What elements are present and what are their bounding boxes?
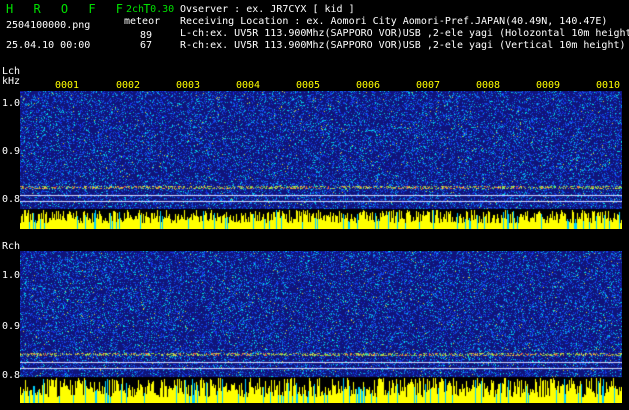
rch-spectrogram-canvas — [20, 251, 622, 403]
rch-tick-0-9: 0.9 — [2, 321, 21, 332]
lch-tick-0-9: 0.9 — [2, 146, 21, 157]
version-label: 2ch 0.30 — [126, 4, 175, 15]
lch-tick-1-0: 1.0 — [2, 98, 21, 109]
time-tick-0003: 0003 — [176, 80, 201, 91]
time-tick-0005: 0005 — [296, 80, 321, 91]
time-tick-0007: 0007 — [416, 80, 441, 91]
rch-channel-label: Rch — [2, 241, 21, 252]
time-tick-0009: 0009 — [536, 80, 561, 91]
filename-label: 2504100000.png — [6, 20, 91, 31]
time-tick-0004: 0004 — [236, 80, 261, 91]
rch-info-line: R-ch:ex. UV5R 113.900Mhz(SAPPORO VOR)USB… — [180, 40, 626, 51]
lch-info-line: L-ch:ex. UV5R 113.900Mhz(SAPPORO VOR)USB… — [180, 28, 629, 39]
observer-line: Ovserver : ex. JR7CYX [ kid ] — [180, 4, 355, 15]
time-tick-0008: 0008 — [476, 80, 501, 91]
rch-tick-0-8: 0.8 — [2, 370, 21, 381]
location-line: Receiving Location : ex. Aomori City Aom… — [180, 16, 608, 27]
time-tick-0002: 0002 — [116, 80, 141, 91]
meteor-count-rch: 67 — [140, 40, 153, 51]
meteor-label: meteor — [124, 16, 161, 27]
lch-unit-label: kHz — [2, 76, 21, 87]
lch-spectrogram — [20, 91, 622, 229]
lch-spectrogram-canvas — [20, 91, 622, 229]
datetime-label: 25.04.10 00:00 — [6, 40, 91, 51]
lch-tick-0-8: 0.8 — [2, 194, 21, 205]
time-tick-0006: 0006 — [356, 80, 381, 91]
rch-tick-1-0: 1.0 — [2, 270, 21, 281]
time-tick-0010: 0010 — [596, 80, 621, 91]
rch-spectrogram — [20, 251, 622, 403]
time-tick-0001: 0001 — [55, 80, 80, 91]
